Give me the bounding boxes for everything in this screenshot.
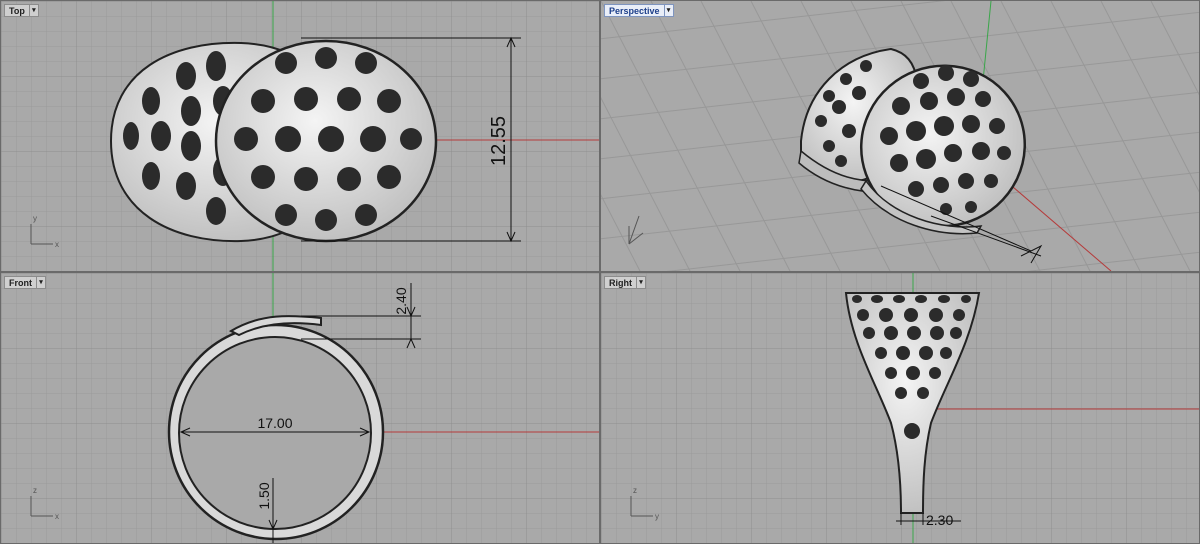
dimension-front-band-text: 1.50 [256,482,272,509]
dimension-front-diameter-text: 17.00 [257,415,292,431]
right-viewport[interactable]: Right ▾ 2.30 z y [600,272,1200,544]
viewport-menu-arrow-icon[interactable]: ▾ [664,4,674,17]
axis-label-z: z [633,486,637,495]
perspective-viewport-title-tab[interactable]: Perspective ▾ [604,4,674,17]
viewport-menu-arrow-icon[interactable]: ▾ [637,276,646,289]
perspective-view-canvas[interactable] [601,1,1200,272]
front-viewport[interactable]: Front ▾ 2.40 17.00 1.50 z x [0,272,600,544]
top-viewport[interactable]: Top ▾ 12.55 y x [0,0,600,272]
viewport-menu-arrow-icon[interactable]: ▾ [29,4,39,17]
front-viewport-label[interactable]: Front [4,276,37,289]
axis-label-y: y [33,214,37,223]
front-view-canvas[interactable]: 2.40 17.00 1.50 z x [1,273,600,544]
top-view-canvas[interactable]: 12.55 y x [1,1,600,272]
front-viewport-title-tab[interactable]: Front ▾ [4,276,46,289]
right-viewport-title-tab[interactable]: Right ▾ [604,276,646,289]
top-viewport-title-tab[interactable]: Top ▾ [4,4,39,17]
dimension-top-height-text: 12.55 [488,116,510,166]
rhino-viewport-layout: Top ▾ 12.55 y x Perspective ▾ Front ▾ 2.… [0,0,1200,544]
right-viewport-label[interactable]: Right [604,276,637,289]
dimension-right-width-text: 2.30 [926,512,953,528]
top-viewport-label[interactable]: Top [4,4,30,17]
right-view-canvas[interactable]: 2.30 z y [601,273,1200,544]
axis-label-x: x [55,240,59,249]
axis-label-x: x [55,512,59,521]
axis-label-y: y [655,512,659,521]
ring-head-front [214,39,438,243]
axis-widget [628,215,644,245]
perspective-viewport-label[interactable]: Perspective [604,4,665,17]
axis-label-z: z [33,486,37,495]
perspective-viewport[interactable]: Perspective ▾ [600,0,1200,272]
viewport-menu-arrow-icon[interactable]: ▾ [37,276,46,289]
dimension-front-top-text: 2.40 [393,287,409,314]
ring-perspective-model [798,47,1043,264]
